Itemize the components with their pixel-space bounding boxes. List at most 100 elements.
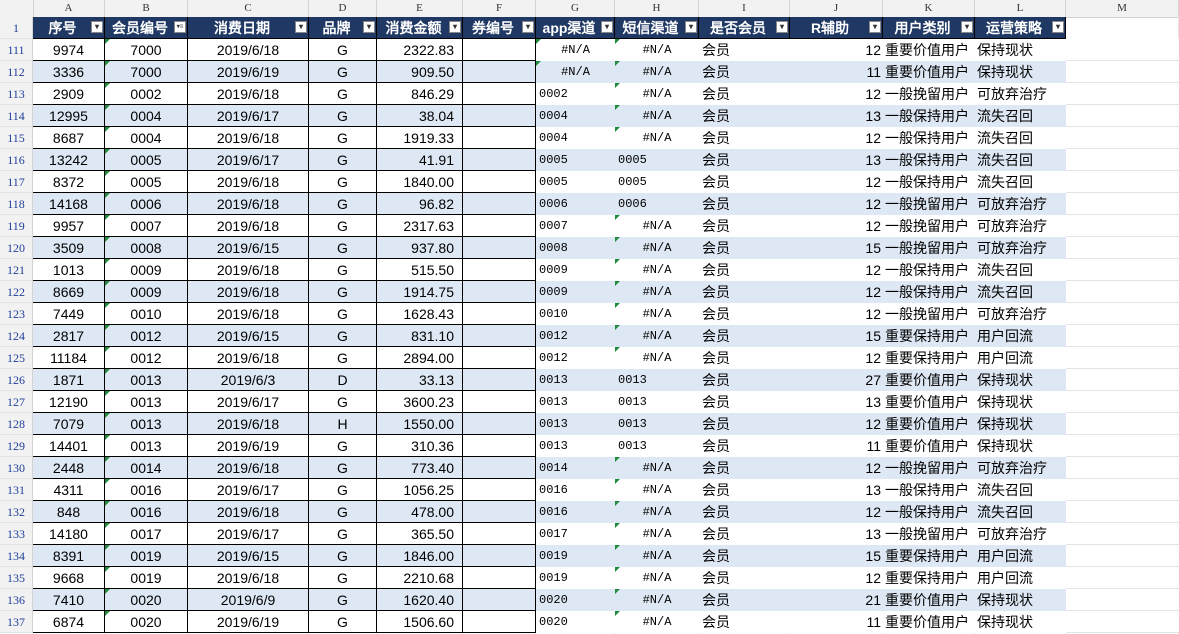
cell-strategy[interactable]: 保持现状: [975, 611, 1066, 633]
cell-date[interactable]: 2019/6/18: [188, 193, 309, 215]
cell-brand[interactable]: G: [309, 545, 377, 567]
cell-amount[interactable]: 773.40: [377, 457, 463, 479]
row-number[interactable]: 133: [0, 523, 33, 545]
cell-member-id[interactable]: 0005: [105, 149, 188, 171]
cell-coupon-id[interactable]: [463, 567, 536, 589]
row-number[interactable]: 112: [0, 61, 33, 83]
row-number[interactable]: 131: [0, 479, 33, 501]
cell-empty[interactable]: [1066, 523, 1179, 545]
filter-dropdown-icon[interactable]: ▾: [685, 21, 697, 33]
cell-member-id[interactable]: 0002: [105, 83, 188, 105]
cell-strategy[interactable]: 可放弃治疗: [975, 83, 1066, 105]
header-strategy[interactable]: 运营策略 ▾: [975, 17, 1066, 39]
cell-date[interactable]: 2019/6/18: [188, 303, 309, 325]
row-number[interactable]: 132: [0, 501, 33, 523]
cell-brand[interactable]: G: [309, 127, 377, 149]
cell-member-id[interactable]: 0020: [105, 611, 188, 633]
cell-user-type[interactable]: 重要保持用户: [883, 545, 975, 567]
cell-r-helper[interactable]: 15: [790, 545, 883, 567]
cell-empty[interactable]: [1066, 457, 1179, 479]
cell-member-id[interactable]: 7000: [105, 61, 188, 83]
cell-user-type[interactable]: 重要价值用户: [883, 369, 975, 391]
cell-user-type[interactable]: 重要价值用户: [883, 435, 975, 457]
row-number[interactable]: 122: [0, 281, 33, 303]
cell-user-type[interactable]: 一般挽留用户: [883, 83, 975, 105]
cell-is-member[interactable]: 会员: [699, 545, 790, 567]
cell-r-helper[interactable]: 21: [790, 589, 883, 611]
cell-is-member[interactable]: 会员: [699, 127, 790, 149]
column-letter-e[interactable]: E: [377, 0, 463, 17]
cell-date[interactable]: 2019/6/17: [188, 391, 309, 413]
cell-date[interactable]: 2019/6/18: [188, 567, 309, 589]
row-number[interactable]: 130: [0, 457, 33, 479]
cell-sms-channel[interactable]: #N/A: [615, 39, 699, 61]
cell-user-type[interactable]: 一般挽留用户: [883, 215, 975, 237]
cell-strategy[interactable]: 可放弃治疗: [975, 193, 1066, 215]
cell-empty[interactable]: [1066, 611, 1179, 633]
cell-amount[interactable]: 2894.00: [377, 347, 463, 369]
cell-sms-channel[interactable]: 0013: [615, 413, 699, 435]
cell-strategy[interactable]: 用户回流: [975, 325, 1066, 347]
cell-sms-channel[interactable]: 0006: [615, 193, 699, 215]
cell-empty[interactable]: [1066, 149, 1179, 171]
cell-is-member[interactable]: 会员: [699, 149, 790, 171]
column-letter-m[interactable]: M: [1066, 0, 1179, 17]
cell-r-helper[interactable]: 27: [790, 369, 883, 391]
cell-brand[interactable]: G: [309, 61, 377, 83]
cell-coupon-id[interactable]: [463, 171, 536, 193]
column-letter-c[interactable]: C: [188, 0, 309, 17]
cell-amount[interactable]: 2322.83: [377, 39, 463, 61]
cell-is-member[interactable]: 会员: [699, 501, 790, 523]
row-number[interactable]: 137: [0, 611, 33, 633]
cell-brand[interactable]: G: [309, 611, 377, 633]
header-serial[interactable]: 序号 ▾: [33, 17, 105, 39]
cell-date[interactable]: 2019/6/19: [188, 435, 309, 457]
cell-amount[interactable]: 1919.33: [377, 127, 463, 149]
cell-is-member[interactable]: 会员: [699, 193, 790, 215]
cell-empty[interactable]: [1066, 325, 1179, 347]
cell-user-type[interactable]: 重要保持用户: [883, 347, 975, 369]
cell-is-member[interactable]: 会员: [699, 215, 790, 237]
cell-strategy[interactable]: 可放弃治疗: [975, 457, 1066, 479]
cell-app-channel[interactable]: 0010: [536, 303, 615, 325]
cell-coupon-id[interactable]: [463, 347, 536, 369]
cell-user-type[interactable]: 重要价值用户: [883, 413, 975, 435]
cell-app-channel[interactable]: 0017: [536, 523, 615, 545]
cell-brand[interactable]: G: [309, 105, 377, 127]
column-letter-b[interactable]: B: [105, 0, 188, 17]
cell-serial[interactable]: 6874: [33, 611, 105, 633]
cell-date[interactable]: 2019/6/18: [188, 127, 309, 149]
row-number[interactable]: 125: [0, 347, 33, 369]
cell-app-channel[interactable]: #N/A: [536, 61, 615, 83]
row-number[interactable]: 118: [0, 193, 33, 215]
cell-r-helper[interactable]: 12: [790, 303, 883, 325]
cell-user-type[interactable]: 一般保持用户: [883, 281, 975, 303]
cell-amount[interactable]: 1914.75: [377, 281, 463, 303]
cell-serial[interactable]: 1871: [33, 369, 105, 391]
cell-coupon-id[interactable]: [463, 611, 536, 633]
cell-is-member[interactable]: 会员: [699, 479, 790, 501]
cell-app-channel[interactable]: 0016: [536, 501, 615, 523]
cell-strategy[interactable]: 保持现状: [975, 391, 1066, 413]
cell-strategy[interactable]: 流失召回: [975, 127, 1066, 149]
cell-amount[interactable]: 2210.68: [377, 567, 463, 589]
cell-coupon-id[interactable]: [463, 149, 536, 171]
cell-member-id[interactable]: 0014: [105, 457, 188, 479]
cell-date[interactable]: 2019/6/18: [188, 259, 309, 281]
cell-sms-channel[interactable]: #N/A: [615, 61, 699, 83]
cell-empty[interactable]: [1066, 171, 1179, 193]
cell-is-member[interactable]: 会员: [699, 325, 790, 347]
cell-user-type[interactable]: 重要价值用户: [883, 61, 975, 83]
filter-dropdown-icon[interactable]: ▾: [363, 21, 375, 33]
cell-empty[interactable]: [1066, 281, 1179, 303]
cell-brand[interactable]: G: [309, 171, 377, 193]
cell-amount[interactable]: 33.13: [377, 369, 463, 391]
cell-amount[interactable]: 909.50: [377, 61, 463, 83]
cell-brand[interactable]: G: [309, 523, 377, 545]
cell-empty[interactable]: [1066, 83, 1179, 105]
cell-empty[interactable]: [1066, 39, 1179, 61]
cell-member-id[interactable]: 0005: [105, 171, 188, 193]
header-is-member[interactable]: 是否会员 ▾: [699, 17, 790, 39]
cell-sms-channel[interactable]: #N/A: [615, 479, 699, 501]
cell-sms-channel[interactable]: #N/A: [615, 589, 699, 611]
